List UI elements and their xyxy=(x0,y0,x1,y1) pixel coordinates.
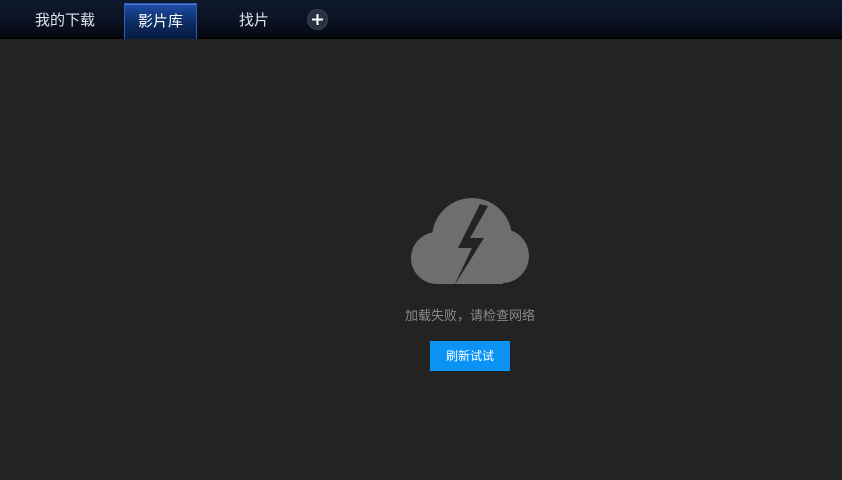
tab-video-library[interactable]: 影片库 xyxy=(124,3,197,39)
add-tab-button[interactable] xyxy=(307,9,328,30)
tab-my-downloads[interactable]: 我的下载 xyxy=(25,3,105,39)
error-message: 加载失败，请检查网络 xyxy=(404,309,535,324)
cloud-lightning-icon xyxy=(410,196,530,292)
retry-button[interactable]: 刷新试试 xyxy=(430,341,510,371)
top-nav-bar: 我的下载 影片库 找片 xyxy=(0,0,842,39)
tab-find-videos[interactable]: 找片 xyxy=(225,3,283,39)
plus-icon xyxy=(312,14,323,25)
